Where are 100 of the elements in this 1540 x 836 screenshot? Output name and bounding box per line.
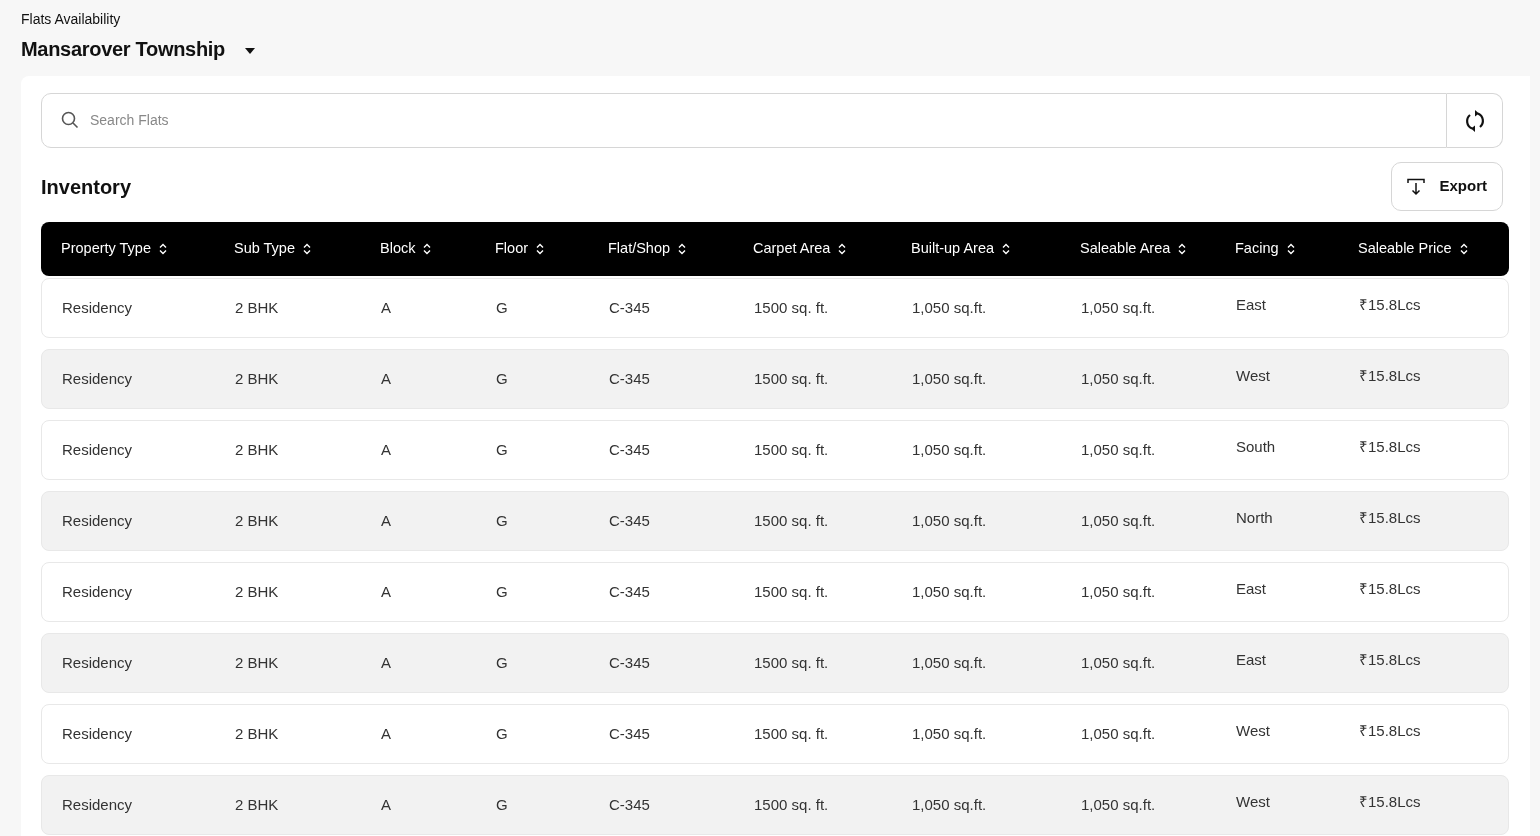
column-header[interactable]: Built-up Area <box>911 238 995 260</box>
table-cell-text: C-345 <box>609 652 651 673</box>
table-cell-text: ₹15.8Lcs <box>1359 295 1422 316</box>
table-cell-text: A <box>381 581 392 602</box>
table-cell-text: 1500 sq. ft. <box>754 581 830 602</box>
table-cell-text: 1,050 sq.ft. <box>912 581 988 602</box>
column-header[interactable]: Sub Type <box>234 238 295 260</box>
table-cell-text: Residency <box>62 510 134 531</box>
table-cell-text: ₹15.8Lcs <box>1359 721 1422 742</box>
table-cell-text: Residency <box>62 297 134 318</box>
download-icon <box>1407 177 1426 196</box>
sort-icon[interactable] <box>159 243 167 255</box>
table-cell-text: C-345 <box>609 368 651 389</box>
sort-icon[interactable] <box>1459 243 1468 255</box>
table-cell-text: A <box>381 368 392 389</box>
table-cell-text: 1,050 sq.ft. <box>1081 794 1157 815</box>
page-subtitle: Flats Availability <box>21 10 122 28</box>
sort-icon[interactable] <box>303 243 311 255</box>
table-cell-text: 2 BHK <box>235 794 280 815</box>
table-cell-text: Residency <box>62 581 134 602</box>
search-field[interactable]: Search Flats <box>41 93 1447 148</box>
section-title: Inventory <box>41 174 132 200</box>
table-cell-text: West <box>1236 366 1271 387</box>
table-cell-text: A <box>381 723 392 744</box>
table-cell-text: G <box>496 297 509 318</box>
table-cell-text: 1500 sq. ft. <box>754 297 830 318</box>
column-header[interactable]: Property Type <box>61 238 151 260</box>
search-icon <box>61 111 79 129</box>
sort-icon[interactable] <box>423 243 432 255</box>
table-cell-text: 2 BHK <box>235 297 280 318</box>
table-cell-text: 2 BHK <box>235 510 280 531</box>
table-cell-text: North <box>1236 508 1274 529</box>
table-cell-text: A <box>381 652 392 673</box>
sort-icon[interactable] <box>838 243 847 255</box>
column-header[interactable]: Carpet Area <box>753 238 831 260</box>
table-cell-text: 1,050 sq.ft. <box>1081 723 1157 744</box>
table-cell-text: 1500 sq. ft. <box>754 439 830 460</box>
export-button[interactable]: Export <box>1391 162 1503 211</box>
table-cell-text: 1,050 sq.ft. <box>912 794 988 815</box>
table-cell-text: C-345 <box>609 439 651 460</box>
table-cell-text: 1,050 sq.ft. <box>1081 439 1157 460</box>
sort-icon[interactable] <box>536 243 545 255</box>
caret-icon <box>244 48 255 54</box>
table-cell-text: 1,050 sq.ft. <box>1081 510 1157 531</box>
table-cell-text: 1,050 sq.ft. <box>1081 297 1157 318</box>
sort-icon[interactable] <box>1178 243 1187 255</box>
table-cell-text: C-345 <box>609 297 651 318</box>
table-cell-text: South <box>1236 437 1277 458</box>
table-cell-text: 2 BHK <box>235 723 280 744</box>
table-cell-text: 1,050 sq.ft. <box>1081 581 1157 602</box>
column-header[interactable]: Facing <box>1235 238 1279 260</box>
table-cell-text: C-345 <box>609 510 651 531</box>
table-cell-text: West <box>1236 792 1271 813</box>
table-cell-text: G <box>496 652 509 673</box>
table-cell-text: Residency <box>62 368 134 389</box>
table-cell-text: 2 BHK <box>235 652 280 673</box>
table-cell-text: 1,050 sq.ft. <box>912 368 988 389</box>
table-cell-text: 2 BHK <box>235 581 280 602</box>
table-cell-text: Residency <box>62 652 134 673</box>
sort-icon[interactable] <box>1002 243 1011 255</box>
table-cell-text: 1,050 sq.ft. <box>912 510 988 531</box>
table-cell-text: 1,050 sq.ft. <box>912 652 988 673</box>
table-cell-text: A <box>381 510 392 531</box>
refresh-button[interactable] <box>1447 93 1503 148</box>
table-cell-text: A <box>381 794 392 815</box>
column-header[interactable]: Block <box>380 238 416 260</box>
table-cell-text: Residency <box>62 439 134 460</box>
table-cell-text: 1,050 sq.ft. <box>1081 368 1157 389</box>
table-cell-text: East <box>1236 650 1267 671</box>
sort-icon[interactable] <box>678 243 687 255</box>
table-cell-text: G <box>496 581 509 602</box>
table-cell-text: G <box>496 723 509 744</box>
table-cell-text: East <box>1236 579 1267 600</box>
table-cell-text: 1,050 sq.ft. <box>912 723 988 744</box>
table-cell-text: 1,050 sq.ft. <box>1081 652 1157 673</box>
table-cell-text: ₹15.8Lcs <box>1359 366 1422 387</box>
table-cell-text: 1500 sq. ft. <box>754 368 830 389</box>
refresh-icon <box>1463 108 1486 133</box>
table-cell-text: 2 BHK <box>235 439 280 460</box>
table-cell-text: 1,050 sq.ft. <box>912 297 988 318</box>
table-cell-text: ₹15.8Lcs <box>1359 579 1422 600</box>
table-cell-text: A <box>381 439 392 460</box>
column-header[interactable]: Saleable Area <box>1080 238 1171 260</box>
table-cell-text: 1500 sq. ft. <box>754 723 830 744</box>
table-cell-text: A <box>381 297 392 318</box>
table-cell-text: G <box>496 510 509 531</box>
table-cell-text: 1,050 sq.ft. <box>912 439 988 460</box>
table-cell-text: G <box>496 794 509 815</box>
table-cell-text: ₹15.8Lcs <box>1359 508 1422 529</box>
table-cell-text: C-345 <box>609 794 651 815</box>
table-cell-text: C-345 <box>609 723 651 744</box>
column-header[interactable]: Floor <box>495 238 529 260</box>
sort-icon[interactable] <box>1286 243 1295 255</box>
table-cell-text: West <box>1236 721 1271 742</box>
table-cell-text: G <box>496 439 509 460</box>
table-cell-text: ₹15.8Lcs <box>1359 437 1422 458</box>
project-dropdown[interactable]: Mansarover Township <box>21 36 255 62</box>
column-header[interactable]: Flat/Shop <box>608 238 671 260</box>
column-header[interactable]: Saleable Price <box>1358 238 1452 260</box>
table-cell-text: 2 BHK <box>235 368 280 389</box>
